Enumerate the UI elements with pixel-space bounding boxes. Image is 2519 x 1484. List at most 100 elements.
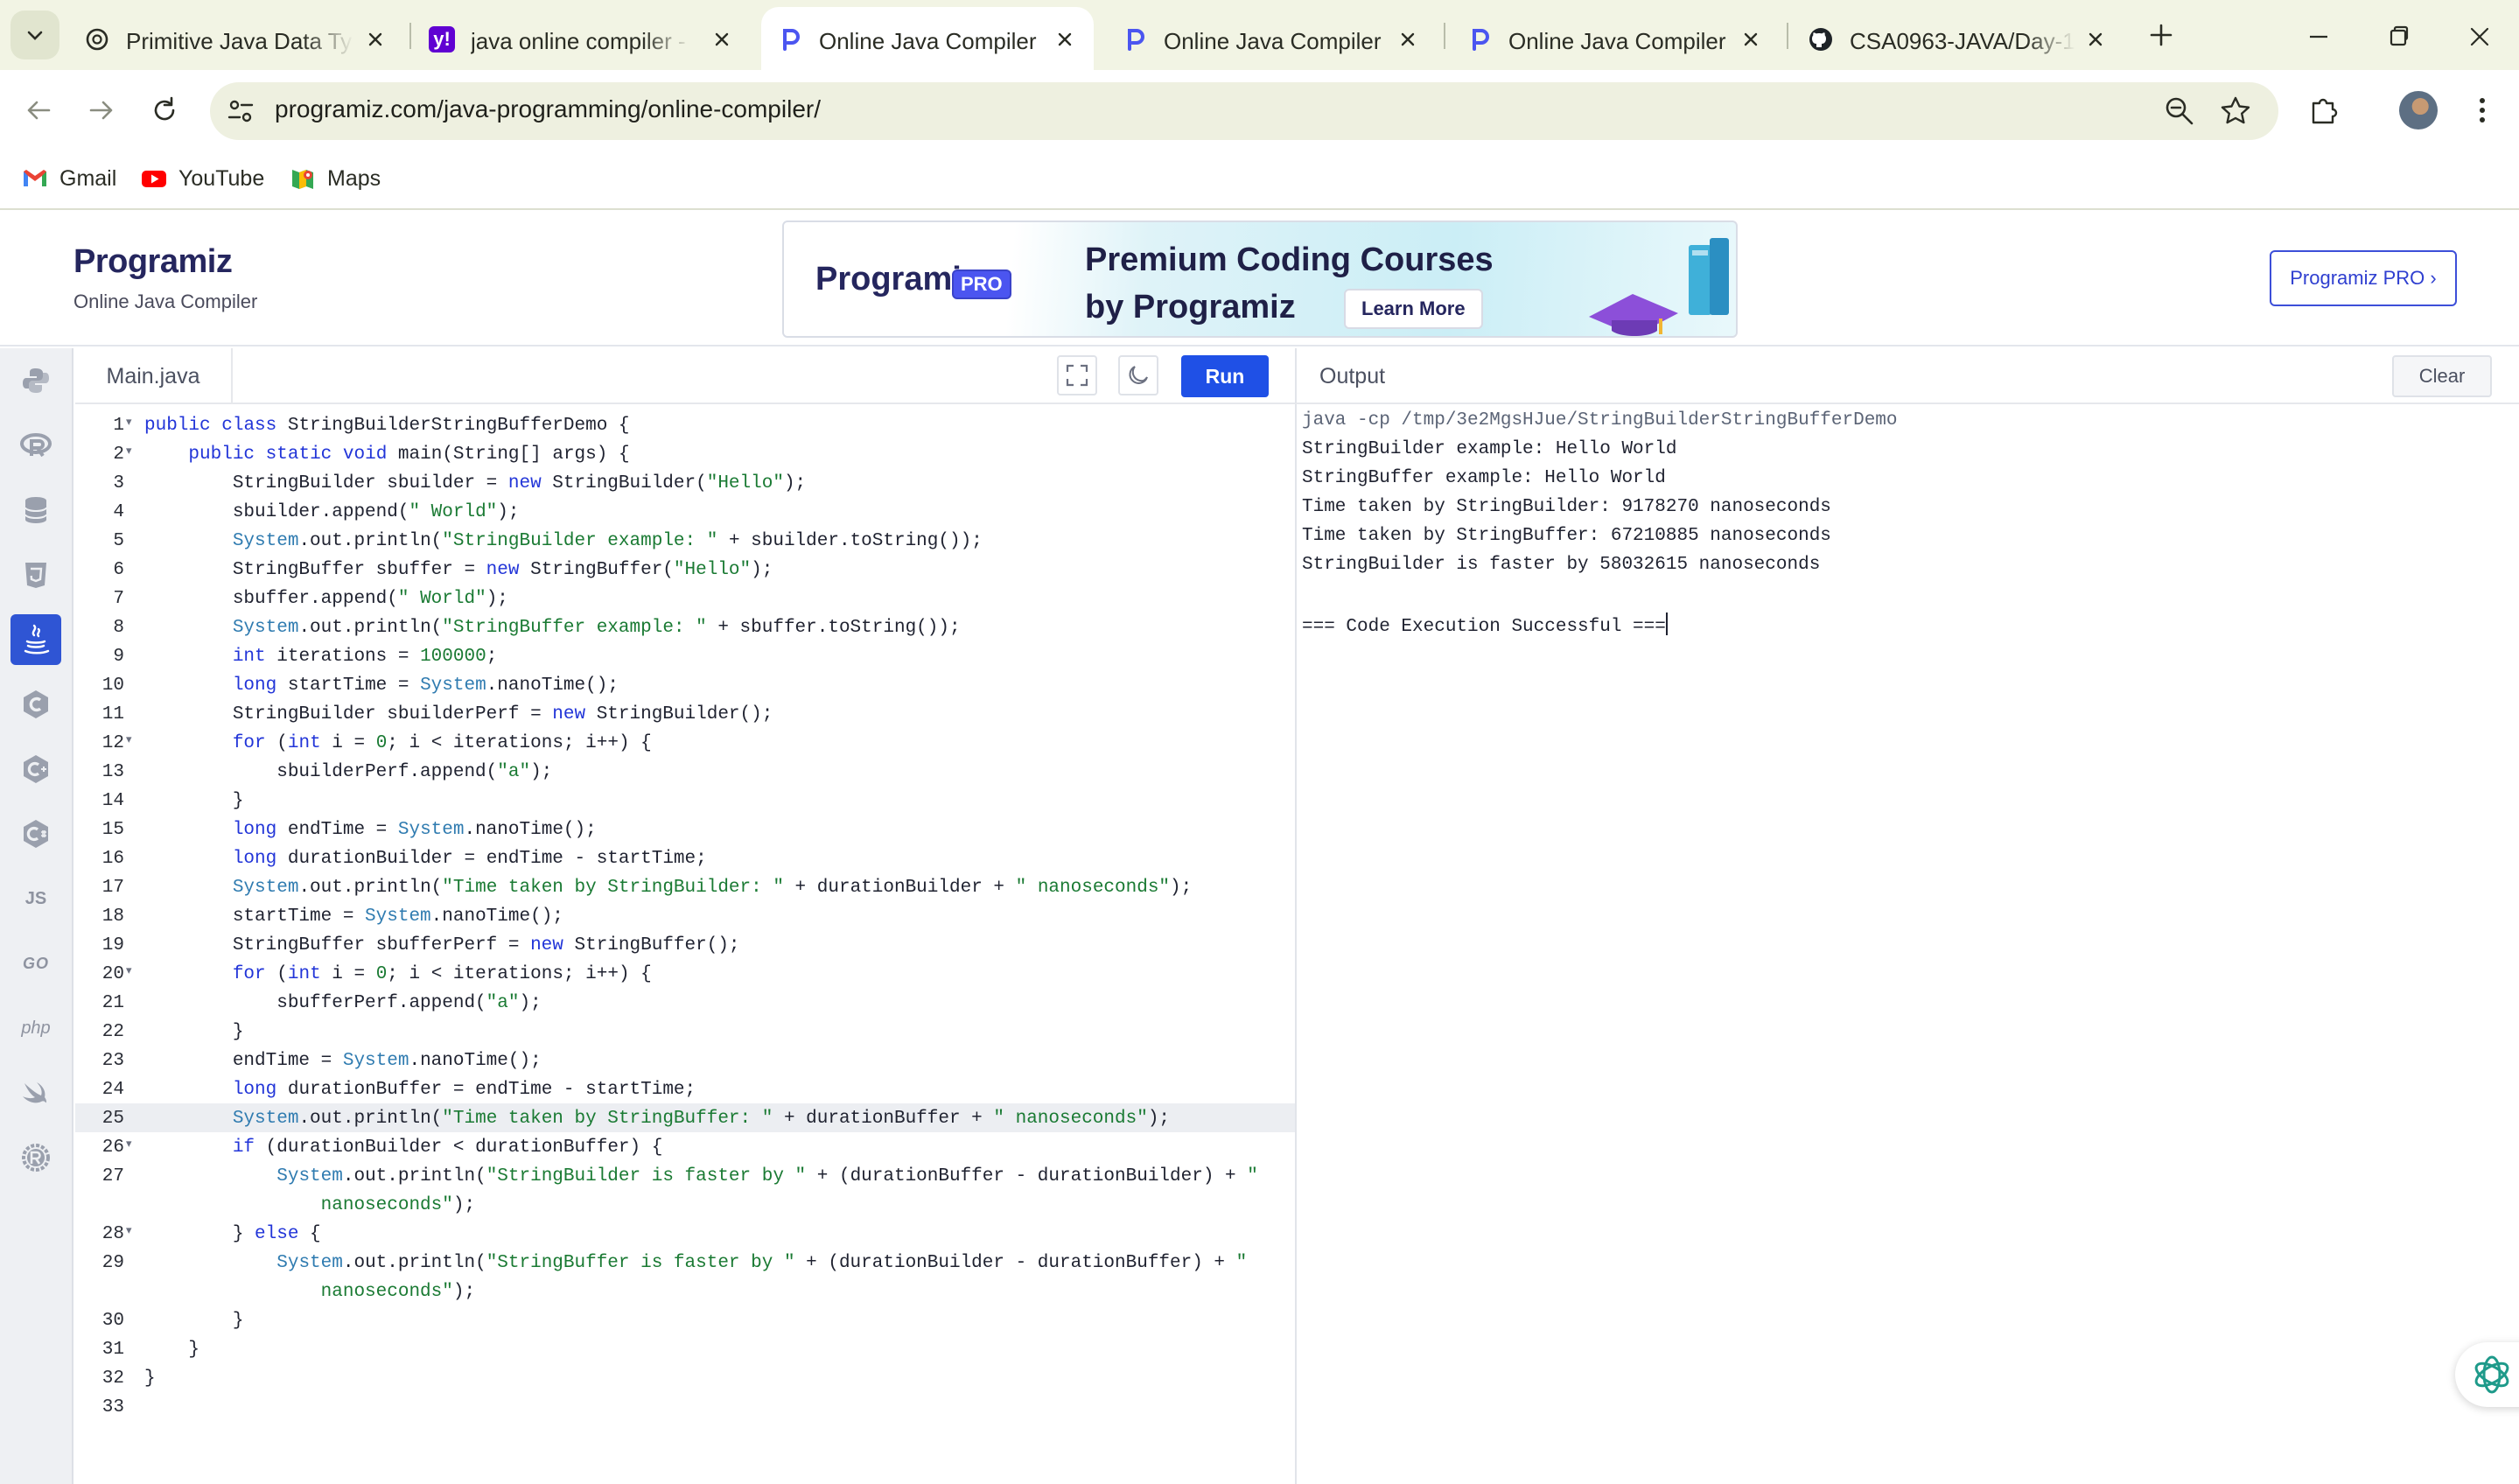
- fold-caret-icon[interactable]: ▾: [126, 444, 138, 458]
- fullscreen-button[interactable]: [1057, 355, 1097, 396]
- code-line[interactable]: 29 System.out.println("StringBuffer is f…: [75, 1248, 1295, 1277]
- back-arrow-icon[interactable]: [19, 91, 58, 130]
- new-tab-plus-icon[interactable]: [2145, 19, 2177, 51]
- code-line[interactable]: 1 ▾ public class StringBuilderStringBuffer…: [75, 410, 1295, 439]
- file-tab-main-java[interactable]: Main.java: [75, 348, 233, 404]
- code-line[interactable]: 13 sbuilderPerf.append("a");: [75, 757, 1295, 786]
- code-line[interactable]: 8 System.out.println("StringBuffer examp…: [75, 612, 1295, 641]
- code-line[interactable]: 2 ▾ public static void main(String[] args…: [75, 439, 1295, 468]
- close-icon[interactable]: [1050, 24, 1080, 54]
- language-r[interactable]: [10, 420, 61, 471]
- programiz-logo[interactable]: Programiz: [73, 243, 233, 281]
- programiz-pro-button[interactable]: Programiz PRO ›: [2270, 250, 2457, 306]
- window-close-icon[interactable]: [2462, 19, 2497, 54]
- tab-search-button[interactable]: [10, 10, 59, 60]
- ai-assistant-button[interactable]: [2455, 1342, 2519, 1407]
- code-line[interactable]: nanoseconds");: [75, 1277, 1295, 1306]
- code-line[interactable]: 23 endTime = System.nanoTime();: [75, 1046, 1295, 1074]
- code-line[interactable]: 9 int iterations = 100000;: [75, 641, 1295, 670]
- code-line[interactable]: 22 }: [75, 1017, 1295, 1046]
- site-info-icon[interactable]: [222, 93, 259, 130]
- code-line[interactable]: 16 long durationBuilder = endTime - star…: [75, 844, 1295, 872]
- code-text: StringBuffer sbufferPerf = new StringBuf…: [144, 935, 740, 956]
- profile-avatar[interactable]: [2399, 91, 2438, 130]
- language-swift[interactable]: [10, 1068, 61, 1118]
- code-line[interactable]: 21 sbufferPerf.append("a");: [75, 988, 1295, 1017]
- run-button[interactable]: Run: [1181, 355, 1269, 397]
- language-python[interactable]: [10, 355, 61, 406]
- code-line[interactable]: 14 }: [75, 786, 1295, 815]
- url-text[interactable]: programiz.com/java-programming/online-co…: [275, 95, 821, 123]
- code-line[interactable]: 25 System.out.println("Time taken by Str…: [75, 1103, 1295, 1132]
- close-icon[interactable]: [1393, 24, 1423, 54]
- fold-caret-icon[interactable]: ▾: [126, 1224, 138, 1237]
- bookmark-gmail[interactable]: Gmail: [21, 161, 116, 196]
- browser-tab-active[interactable]: Online Java Compiler: [761, 7, 1094, 70]
- bookmark-youtube[interactable]: YouTube: [140, 161, 264, 196]
- code-line[interactable]: 5 System.out.println("StringBuilder exam…: [75, 526, 1295, 555]
- restore-icon[interactable]: [2382, 19, 2417, 54]
- language-java[interactable]: [10, 614, 61, 665]
- fold-caret-icon[interactable]: ▾: [126, 964, 138, 977]
- code-line[interactable]: 30 }: [75, 1306, 1295, 1334]
- browser-tab[interactable]: y! java online compiler - Ya: [429, 7, 744, 70]
- learn-more-button[interactable]: Learn More: [1344, 289, 1483, 329]
- programiz-icon: [783, 29, 800, 51]
- bookmark-maps[interactable]: Maps: [289, 161, 381, 196]
- code-line[interactable]: 10 long startTime = System.nanoTime();: [75, 670, 1295, 699]
- language-csharp[interactable]: [10, 808, 61, 859]
- language-php[interactable]: php: [10, 1003, 61, 1054]
- close-icon[interactable]: [1736, 24, 1766, 54]
- language-javascript[interactable]: JS: [10, 873, 61, 924]
- code-line[interactable]: 33: [75, 1392, 1295, 1421]
- code-text: }: [144, 1311, 244, 1331]
- code-line[interactable]: 20 ▾ for (int i = 0; i < iterations; i++)…: [75, 959, 1295, 988]
- clear-output-button[interactable]: Clear: [2392, 355, 2492, 397]
- forward-arrow-icon[interactable]: [82, 91, 121, 130]
- code-line[interactable]: 6 StringBuffer sbuffer = new StringBuffe…: [75, 555, 1295, 584]
- code-line[interactable]: 27 System.out.println("StringBuilder is …: [75, 1161, 1295, 1190]
- reload-icon[interactable]: [145, 91, 184, 130]
- fold-caret-icon[interactable]: ▾: [126, 416, 138, 429]
- close-icon[interactable]: [360, 24, 390, 54]
- code-text: public class StringBuilderStringBufferDe…: [144, 416, 630, 436]
- code-line[interactable]: 12 ▾ for (int i = 0; i < iterations; i++)…: [75, 728, 1295, 757]
- language-go[interactable]: GO: [10, 938, 61, 989]
- code-line[interactable]: 18 startTime = System.nanoTime();: [75, 901, 1295, 930]
- kebab-menu-icon[interactable]: [2467, 91, 2497, 130]
- zoom-icon[interactable]: [2161, 93, 2198, 130]
- theme-toggle-button[interactable]: [1118, 355, 1158, 396]
- code-line[interactable]: 31 }: [75, 1334, 1295, 1363]
- browser-tab[interactable]: CSA0963-JAVA/Day-1 a: [1808, 7, 2131, 70]
- fold-caret-icon[interactable]: ▾: [126, 733, 138, 746]
- code-line[interactable]: 17 System.out.println("Time taken by Str…: [75, 872, 1295, 901]
- browser-tab[interactable]: Primitive Java Data Type: [84, 7, 399, 70]
- code-line[interactable]: 19 StringBuffer sbufferPerf = new String…: [75, 930, 1295, 959]
- language-c[interactable]: [10, 679, 61, 730]
- language-cpp[interactable]: [10, 744, 61, 794]
- code-line[interactable]: 15 long endTime = System.nanoTime();: [75, 815, 1295, 844]
- code-text: sbuffer.append(" World");: [144, 589, 508, 609]
- code-line[interactable]: 7 sbuffer.append(" World");: [75, 584, 1295, 612]
- code-line[interactable]: 24 long durationBuffer = endTime - start…: [75, 1074, 1295, 1103]
- minimize-icon[interactable]: [2301, 19, 2336, 54]
- language-rust[interactable]: [10, 1132, 61, 1183]
- language-sql[interactable]: [10, 485, 61, 536]
- code-line[interactable]: nanoseconds");: [75, 1190, 1295, 1219]
- close-icon[interactable]: [2081, 24, 2110, 54]
- code-line[interactable]: 11 StringBuilder sbuilderPerf = new Stri…: [75, 699, 1295, 728]
- code-line[interactable]: 4 sbuilder.append(" World");: [75, 497, 1295, 526]
- code-line[interactable]: 32}: [75, 1363, 1295, 1392]
- browser-tab[interactable]: Online Java Compiler: [1466, 7, 1781, 70]
- extensions-puzzle-icon[interactable]: [2305, 91, 2343, 130]
- code-line[interactable]: 28 ▾ } else {: [75, 1219, 1295, 1248]
- promo-banner[interactable]: Programiz PRO Premium Coding Courses by …: [782, 220, 1738, 338]
- language-html[interactable]: [10, 550, 61, 600]
- fold-caret-icon[interactable]: ▾: [126, 1138, 138, 1151]
- code-line[interactable]: 3 StringBuilder sbuilder = new StringBui…: [75, 468, 1295, 497]
- code-line[interactable]: 26 ▾ if (durationBuilder < durationBuffer…: [75, 1132, 1295, 1161]
- bookmark-star-icon[interactable]: [2217, 93, 2254, 130]
- line-number: 1: [113, 416, 124, 436]
- browser-tab[interactable]: Online Java Compiler: [1122, 7, 1437, 70]
- close-icon[interactable]: [707, 24, 737, 54]
